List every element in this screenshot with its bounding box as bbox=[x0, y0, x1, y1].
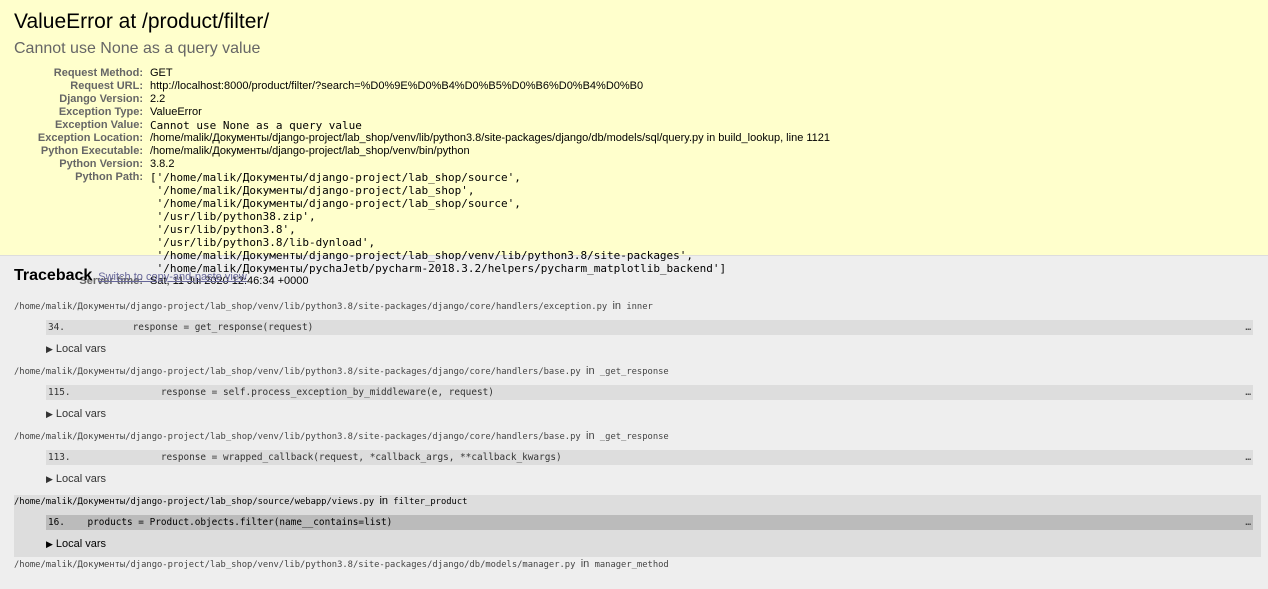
local-vars-toggle[interactable]: ▶ Local vars bbox=[46, 472, 1254, 486]
meta-label: Python Executable: bbox=[40, 145, 143, 157]
traceback-header: Traceback Switch to copy-and-paste view bbox=[14, 266, 1254, 286]
meta-label: Request URL: bbox=[70, 80, 143, 92]
code-text: response = wrapped_callback(request, *ca… bbox=[70, 452, 562, 463]
local-vars-toggle[interactable]: ▶ Local vars bbox=[46, 407, 1254, 421]
context-line[interactable]: 115. response = self.process_exception_b… bbox=[46, 385, 1253, 400]
frame-location: /home/malik/Документы/django-project/lab… bbox=[14, 558, 1254, 570]
local-vars-label: Local vars bbox=[55, 343, 107, 355]
frame-filename: /home/malik/Документы/django-project/lab… bbox=[14, 367, 581, 377]
frame-filename: /home/malik/Документы/django-project/lab… bbox=[14, 560, 576, 570]
meta-row: Exception Location: /home/malik/Документы… bbox=[14, 132, 830, 145]
traceback-section: Traceback Switch to copy-and-paste view … bbox=[0, 256, 1268, 570]
meta-row: Exception Value: Cannot use None as a que… bbox=[14, 119, 830, 132]
line-number: 16. bbox=[48, 517, 65, 528]
code-text: products = Product.objects.filter(name__… bbox=[64, 517, 393, 528]
meta-row: Request Method: GET bbox=[14, 67, 830, 80]
ellipsis-icon[interactable]: … bbox=[1245, 450, 1251, 465]
frame-location: /home/malik/Документы/django-project/lab… bbox=[14, 495, 1254, 507]
code-text: response = get_response(request) bbox=[64, 322, 314, 333]
local-vars-label: Local vars bbox=[55, 473, 107, 485]
frame-function: _get_response bbox=[599, 432, 669, 442]
meta-label: Exception Value: bbox=[54, 119, 143, 131]
traceback-title: Traceback bbox=[14, 267, 93, 284]
frame-filename: /home/malik/Документы/django-project/lab… bbox=[14, 497, 375, 507]
line-number: 115. bbox=[48, 387, 71, 398]
triangle-right-icon: ▶ bbox=[46, 409, 53, 419]
error-title: ValueError at /product/filter/ bbox=[14, 10, 270, 33]
traceback-frame: /home/malik/Документы/django-project/lab… bbox=[14, 558, 1254, 570]
frame-function: filter_product bbox=[393, 497, 468, 507]
context-line[interactable]: 16. products = Product.objects.filter(na… bbox=[46, 515, 1253, 530]
meta-value: http://localhost:8000/product/filter/?se… bbox=[150, 80, 644, 92]
in-keyword: in bbox=[379, 495, 388, 507]
frame-function: manager_method bbox=[594, 560, 669, 570]
ellipsis-icon[interactable]: … bbox=[1245, 320, 1251, 335]
request-meta-table: Request Method: GET Request URL: http://lo… bbox=[14, 67, 830, 288]
meta-label: Request Method: bbox=[53, 67, 143, 79]
meta-label: Exception Type: bbox=[58, 106, 143, 118]
meta-value: 2.2 bbox=[150, 93, 166, 105]
meta-row: Python Executable: /home/malik/Документы/… bbox=[14, 145, 830, 158]
meta-row: Request URL: http://localhost:8000/produc… bbox=[14, 80, 830, 93]
frame-function: inner bbox=[626, 302, 653, 312]
ellipsis-icon[interactable]: … bbox=[1245, 515, 1251, 530]
traceback-frame: /home/malik/Документы/django-project/lab… bbox=[14, 300, 1254, 365]
local-vars-toggle[interactable]: ▶ Local vars bbox=[46, 342, 1254, 356]
in-keyword: in bbox=[586, 365, 595, 377]
meta-label: Exception Location: bbox=[37, 132, 143, 144]
frame-location: /home/malik/Документы/django-project/lab… bbox=[14, 430, 1254, 442]
ellipsis-icon[interactable]: … bbox=[1245, 385, 1251, 400]
meta-value: /home/malik/Документы/django-project/lab… bbox=[150, 145, 470, 157]
in-keyword: in bbox=[580, 558, 590, 570]
meta-value: /home/malik/Документы/django-project/lab… bbox=[150, 132, 831, 144]
line-number: 113. bbox=[48, 452, 71, 463]
traceback-frame: /home/malik/Документы/django-project/lab… bbox=[14, 430, 1254, 495]
frame-filename: /home/malik/Документы/django-project/lab… bbox=[14, 432, 581, 442]
meta-value: Cannot use None as a query value bbox=[150, 119, 362, 132]
meta-row: Django Version: 2.2 bbox=[14, 93, 830, 106]
meta-label: Django Version: bbox=[59, 93, 143, 105]
local-vars-label: Local vars bbox=[55, 538, 107, 550]
frame-location: /home/malik/Документы/django-project/lab… bbox=[14, 365, 1254, 377]
meta-value: ValueError bbox=[150, 106, 202, 118]
switch-view-link[interactable]: Switch to copy-and-paste view bbox=[98, 271, 247, 283]
error-summary: ValueError at /product/filter/ Cannot us… bbox=[0, 0, 1268, 287]
traceback-frame: /home/malik/Документы/django-project/lab… bbox=[14, 365, 1254, 430]
meta-value: 3.8.2 bbox=[150, 158, 175, 170]
frame-filename: /home/malik/Документы/django-project/lab… bbox=[14, 302, 608, 312]
triangle-right-icon: ▶ bbox=[46, 344, 53, 354]
meta-row: Python Version: 3.8.2 bbox=[14, 158, 830, 171]
exception-message: Cannot use None as a query value bbox=[14, 40, 261, 57]
context-line[interactable]: 34. response = get_response(request) … bbox=[46, 320, 1253, 335]
frame-function: _get_response bbox=[599, 367, 669, 377]
meta-value: GET bbox=[150, 67, 173, 79]
traceback-frame-user: /home/malik/Документы/django-project/lab… bbox=[14, 495, 1261, 557]
line-number: 34. bbox=[48, 322, 65, 333]
triangle-right-icon: ▶ bbox=[46, 539, 53, 549]
meta-row: Exception Type: ValueError bbox=[14, 106, 830, 119]
frame-location: /home/malik/Документы/django-project/lab… bbox=[14, 300, 1254, 312]
in-keyword: in bbox=[612, 300, 622, 312]
triangle-right-icon: ▶ bbox=[46, 474, 53, 484]
in-keyword: in bbox=[586, 430, 595, 442]
local-vars-toggle[interactable]: ▶ Local vars bbox=[46, 537, 1254, 557]
context-line[interactable]: 113. response = wrapped_callback(request… bbox=[46, 450, 1253, 465]
code-text: response = self.process_exception_by_mid… bbox=[70, 387, 494, 398]
meta-label: Python Version: bbox=[59, 158, 143, 170]
local-vars-label: Local vars bbox=[55, 408, 107, 420]
